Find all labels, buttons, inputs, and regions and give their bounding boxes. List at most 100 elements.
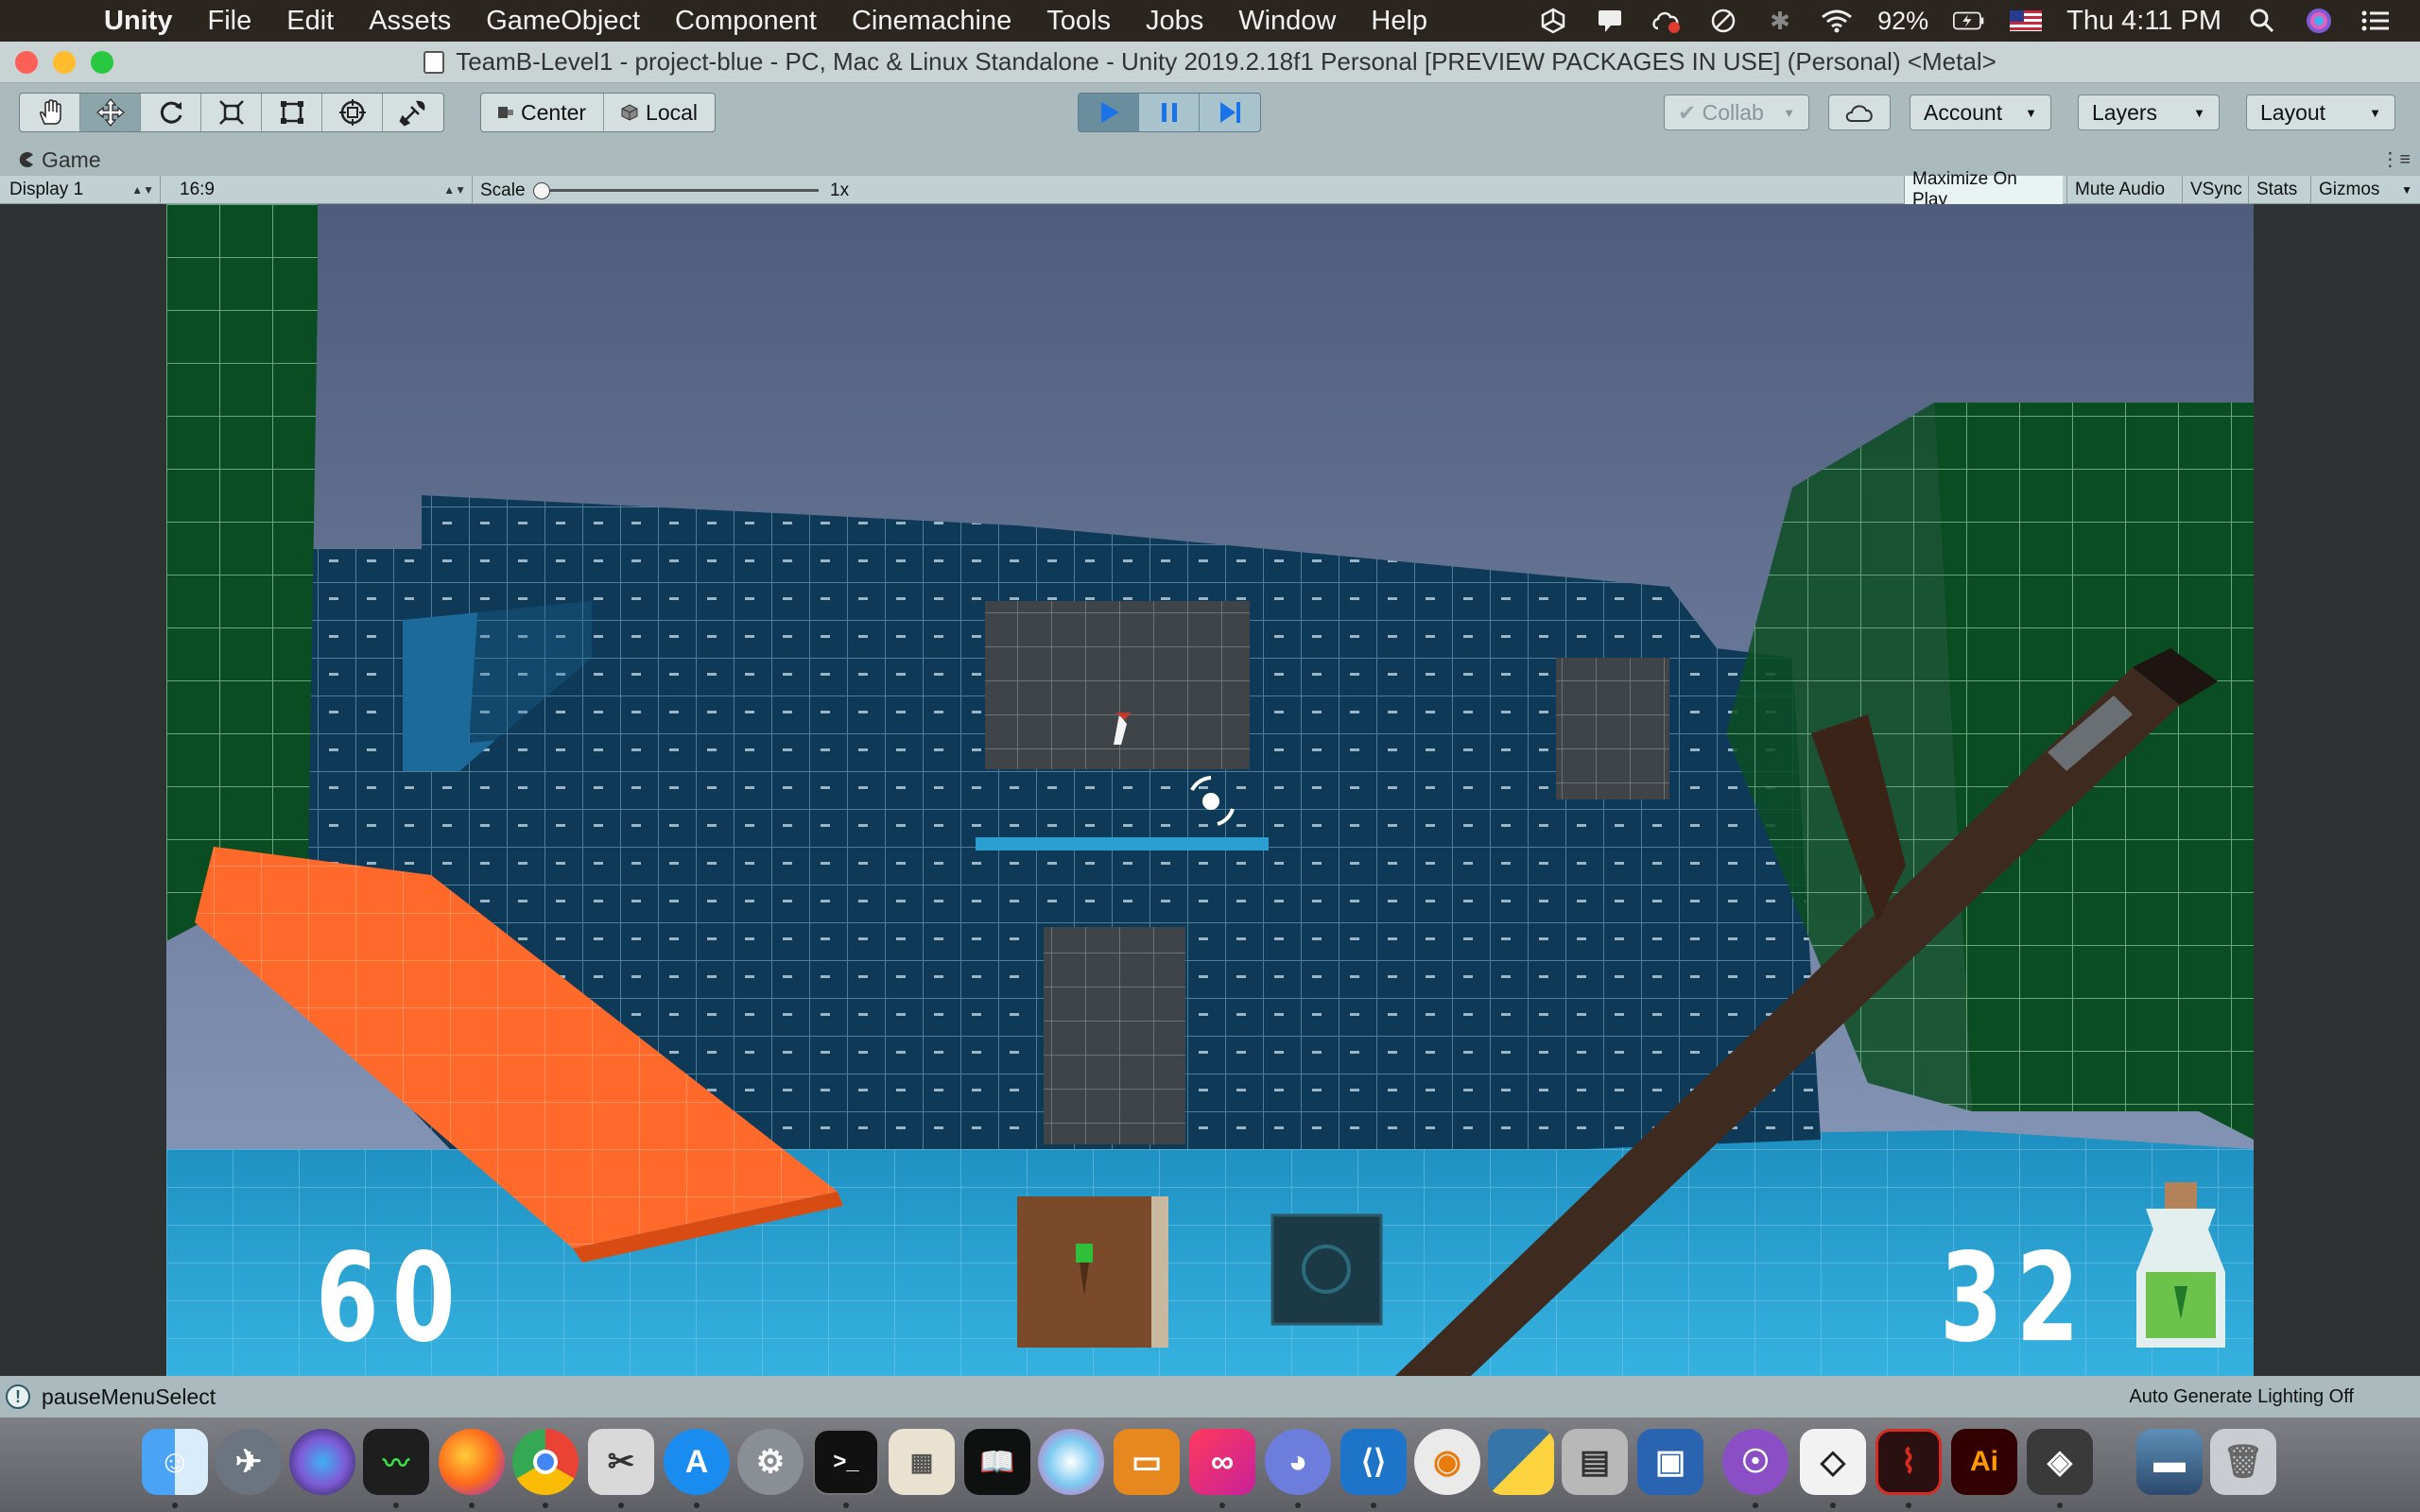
creative-cloud-icon[interactable]: ∞ — [1189, 1429, 1255, 1495]
info-icon: ! — [6, 1384, 30, 1409]
vscode-icon[interactable]: ⟨⟩ — [1340, 1429, 1407, 1495]
running-indicator — [1371, 1503, 1376, 1508]
account-dropdown[interactable]: Account ▼ — [1910, 94, 2051, 130]
scale-tool-icon[interactable] — [201, 94, 262, 131]
scale-label: Scale — [480, 180, 526, 200]
aspect-dropdown[interactable]: 16:9 ▲▼ — [170, 176, 473, 204]
firefox-icon[interactable] — [439, 1429, 505, 1495]
running-indicator — [1753, 1503, 1758, 1508]
mute-audio-toggle[interactable]: Mute Audio — [2066, 176, 2182, 204]
pixelmator-icon[interactable] — [1038, 1429, 1104, 1495]
scale-slider-thumb[interactable] — [533, 182, 550, 199]
game-scene[interactable]: 60 32 — [166, 204, 2254, 1376]
finder-icon[interactable]: ☺ — [142, 1429, 208, 1495]
close-window-button[interactable] — [15, 51, 38, 74]
pivot-center-button[interactable]: Center — [481, 94, 605, 131]
focus-icon[interactable] — [1707, 7, 1739, 35]
stats-toggle[interactable]: Stats — [2248, 176, 2310, 204]
system-preferences-icon[interactable]: ⚙ — [737, 1429, 804, 1495]
updown-arrows-icon: ▲▼ — [443, 183, 466, 197]
updown-arrows-icon: ▲▼ — [131, 183, 154, 197]
input-source-flag-icon[interactable] — [2010, 10, 2043, 31]
running-indicator — [543, 1503, 548, 1508]
status-message[interactable]: pauseMenuSelect — [42, 1384, 216, 1410]
activity-monitor-icon[interactable]: 〰 — [363, 1429, 429, 1495]
hand-tool-icon[interactable] — [20, 94, 80, 131]
custom-tool-icon[interactable] — [383, 94, 443, 131]
window-title-bar: TeamB-Level1 - project-blue - PC, Mac & … — [0, 42, 2420, 83]
unity-icon[interactable]: ◈ — [2027, 1429, 2093, 1495]
chrome-icon[interactable] — [512, 1429, 579, 1495]
layout-dropdown[interactable]: Layout ▼ — [2246, 94, 2395, 130]
app-store-icon[interactable]: A — [664, 1429, 730, 1495]
status-bar: ! pauseMenuSelect Auto Generate Lighting… — [0, 1376, 2420, 1418]
menu-edit[interactable]: Edit — [286, 6, 334, 37]
notification-center-icon[interactable] — [2360, 7, 2392, 35]
slides-icon[interactable]: ▭ — [1114, 1429, 1180, 1495]
calculator-icon[interactable]: ▦ — [889, 1429, 955, 1495]
tab-options-icon[interactable]: ⋮≡ — [2380, 147, 2411, 171]
cloud-services-button[interactable] — [1828, 94, 1891, 130]
bluetooth-icon[interactable]: ✱ — [1764, 7, 1796, 35]
creative-cloud-status-icon[interactable] — [1651, 7, 1683, 35]
game-scene-render — [166, 204, 2254, 1376]
python-icon[interactable] — [1488, 1429, 1554, 1495]
menu-tools[interactable]: Tools — [1046, 6, 1111, 37]
menu-gameobject[interactable]: GameObject — [486, 6, 640, 37]
pivot-local-button[interactable]: Local — [604, 94, 715, 131]
lighting-status[interactable]: Auto Generate Lighting Off — [2129, 1386, 2354, 1408]
move-tool-icon[interactable] — [80, 94, 141, 131]
blender-icon[interactable]: ◉ — [1414, 1429, 1480, 1495]
maximize-on-play-toggle[interactable]: Maximize On Play — [1904, 169, 2063, 210]
minimize-window-button[interactable] — [53, 51, 76, 74]
disk-utility-icon[interactable]: ▤ — [1562, 1429, 1628, 1495]
tab-game[interactable]: Game — [17, 147, 101, 173]
acrobat-icon[interactable]: ⌇ — [1876, 1429, 1942, 1495]
play-button[interactable] — [1079, 94, 1139, 131]
aspect-label: 16:9 — [180, 180, 215, 199]
unity-status-icon[interactable] — [1537, 7, 1569, 35]
scale-slider-track[interactable] — [539, 189, 819, 192]
step-button[interactable] — [1200, 94, 1260, 131]
running-indicator — [1906, 1503, 1911, 1508]
collab-dropdown[interactable]: ✔ Collab ▼ — [1664, 94, 1809, 130]
wifi-icon[interactable] — [1821, 7, 1853, 35]
menu-cinemachine[interactable]: Cinemachine — [852, 6, 1011, 37]
menu-app-name[interactable]: Unity — [104, 6, 173, 37]
menu-help[interactable]: Help — [1371, 6, 1427, 37]
siri-icon[interactable] — [2303, 7, 2335, 35]
siri-app-icon[interactable] — [289, 1429, 355, 1495]
screenshot-icon[interactable]: ✂ — [588, 1429, 654, 1495]
spotlight-search-icon[interactable] — [2246, 7, 2278, 35]
menu-assets[interactable]: Assets — [369, 6, 451, 37]
display-dropdown[interactable]: Display 1 ▲▼ — [0, 176, 161, 204]
battery-icon[interactable] — [1953, 7, 1985, 35]
zoom-window-button[interactable] — [91, 51, 113, 74]
transform-tool-icon[interactable] — [322, 94, 383, 131]
menubar-clock[interactable]: Thu 4:11 PM — [2066, 6, 2221, 37]
menu-file[interactable]: File — [208, 6, 252, 37]
notification-icon[interactable] — [1594, 7, 1626, 35]
discord-icon[interactable]: ◕ — [1265, 1429, 1331, 1495]
pause-button[interactable] — [1139, 94, 1200, 131]
unity-hub-icon[interactable]: ◇ — [1800, 1429, 1866, 1495]
menu-jobs[interactable]: Jobs — [1146, 6, 1203, 37]
transform-tools — [19, 93, 444, 132]
trash-icon[interactable]: 🗑 — [2210, 1429, 2276, 1495]
menu-component[interactable]: Component — [675, 6, 817, 37]
virtualbox-icon[interactable]: ▣ — [1637, 1429, 1703, 1495]
kindle-icon[interactable]: 📖 — [964, 1429, 1030, 1495]
layers-dropdown[interactable]: Layers ▼ — [2078, 94, 2220, 130]
rotate-tool-icon[interactable] — [141, 94, 201, 131]
hud-right-counter: 32 — [1940, 1227, 2093, 1370]
menu-window[interactable]: Window — [1238, 6, 1336, 37]
terminal-icon[interactable]: >_ — [813, 1429, 879, 1495]
photos-icon[interactable]: ▬ — [2136, 1429, 2203, 1495]
rect-tool-icon[interactable] — [262, 94, 322, 131]
illustrator-icon[interactable]: Ai — [1951, 1429, 2017, 1495]
gizmos-dropdown[interactable]: Gizmos ▼ — [2310, 176, 2420, 204]
launchpad-icon[interactable]: ✈ — [216, 1429, 282, 1495]
chevron-down-icon: ▼ — [2401, 183, 2412, 197]
vsync-toggle[interactable]: VSync — [2182, 176, 2248, 204]
github-desktop-icon[interactable]: ☉ — [1722, 1429, 1789, 1495]
